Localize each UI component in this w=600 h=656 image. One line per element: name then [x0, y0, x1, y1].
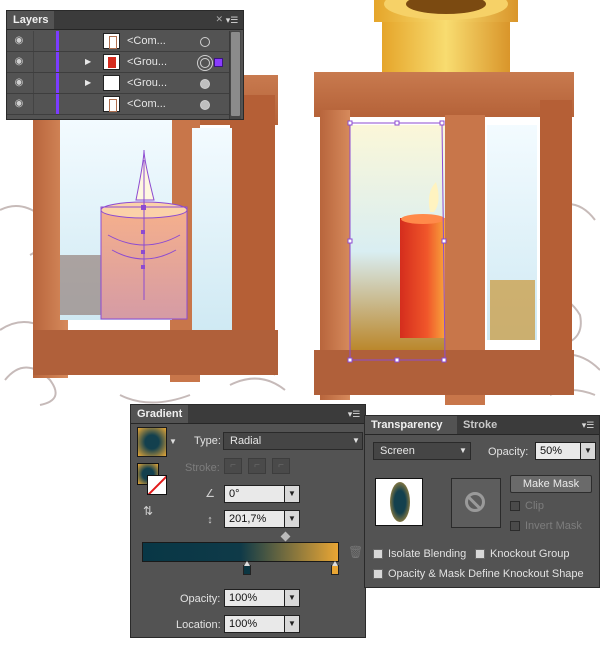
stroke-within-button[interactable]: ⌐	[224, 458, 242, 474]
candle-thumb-icon	[103, 33, 120, 49]
type-label: Type:	[194, 435, 221, 447]
stroke-swatch[interactable]	[147, 475, 167, 495]
panel-menu-icon[interactable]: ▾☰	[347, 408, 361, 420]
layer-color-bar	[56, 52, 59, 72]
opacity-mask-knockout-checkbox[interactable]	[373, 569, 383, 579]
isolate-blending-checkbox[interactable]	[373, 549, 383, 559]
layers-scrollbar[interactable]	[229, 31, 241, 119]
candle-thumb-icon	[103, 96, 120, 112]
angle-field[interactable]: 0°	[224, 485, 285, 503]
left-lantern	[33, 75, 278, 382]
scroll-thumb[interactable]	[231, 32, 240, 116]
selection-indicator[interactable]	[214, 58, 223, 67]
gradient-swatch[interactable]	[137, 427, 167, 457]
knockout-group-label: Knockout Group	[490, 548, 570, 560]
layer-name[interactable]: <Grou...	[127, 76, 167, 90]
chevron-down-icon: ▼	[459, 446, 467, 455]
layer-name[interactable]: <Com...	[127, 34, 166, 48]
opacity-dropdown[interactable]: ▼	[285, 589, 300, 607]
eye-icon[interactable]: ◉	[11, 36, 27, 46]
layers-panel: Layers ✕ ▾☰ ◉ <Com... ◉ ▶ <Grou... ◉ ▶ <…	[6, 10, 244, 120]
transparency-panel: Transparency Stroke ▾☰ Screen ▼ Opacity:…	[364, 415, 600, 588]
close-icon[interactable]: ✕	[215, 14, 223, 24]
blank-thumb-icon	[103, 75, 120, 91]
tab-gradient[interactable]: Gradient	[131, 405, 189, 423]
no-mask-icon[interactable]	[451, 478, 501, 528]
expand-arrow-icon[interactable]: ▶	[85, 57, 91, 67]
chevron-down-icon: ▼	[352, 436, 360, 445]
invert-mask-checkbox[interactable]	[510, 521, 520, 531]
location-label: Location:	[176, 619, 221, 631]
type-select[interactable]: Radial	[223, 432, 363, 450]
delete-stop-icon[interactable]: 🗑	[348, 545, 363, 559]
panel-menu-icon[interactable]: ▾☰	[581, 419, 595, 431]
stroke-along-button[interactable]: ⌐	[248, 458, 266, 474]
opacity-dropdown[interactable]: ▼	[581, 442, 596, 460]
aspect-ratio-field[interactable]: 201,7%	[224, 510, 285, 528]
tab-transparency[interactable]: Transparency	[365, 416, 457, 434]
tab-stroke[interactable]: Stroke	[457, 416, 503, 434]
make-mask-button[interactable]: Make Mask	[510, 475, 592, 493]
opacity-field[interactable]: 50%	[535, 442, 581, 460]
layers-panel-header: Layers ✕ ▾☰	[7, 11, 243, 30]
chevron-down-icon[interactable]: ▼	[169, 437, 177, 446]
layer-row[interactable]: ◉ <Com...	[7, 31, 229, 52]
gradient-panel: Gradient ▾☰ ▼ ⇅ Type: Radial ▼ Stroke: ⌐…	[130, 404, 366, 638]
stroke-label: Stroke:	[185, 462, 220, 474]
layer-color-bar	[56, 94, 59, 114]
location-field[interactable]: 100%	[224, 615, 285, 633]
eye-icon[interactable]: ◉	[11, 57, 27, 67]
red-candle-thumb-icon	[103, 54, 120, 70]
eye-icon[interactable]: ◉	[11, 99, 27, 109]
aspect-ratio-dropdown[interactable]: ▼	[285, 510, 300, 528]
right-lantern	[314, 0, 574, 405]
location-dropdown[interactable]: ▼	[285, 615, 300, 633]
reverse-gradient-icon[interactable]: ⇅	[143, 503, 159, 519]
aspect-ratio-icon: ↕	[207, 514, 213, 526]
opacity-label: Opacity:	[488, 446, 529, 458]
knockout-group-checkbox[interactable]	[475, 549, 485, 559]
transparency-panel-header: Transparency Stroke ▾☰	[365, 416, 599, 435]
target-icon[interactable]	[200, 37, 210, 47]
target-icon[interactable]	[200, 79, 210, 89]
eye-icon[interactable]: ◉	[11, 78, 27, 88]
layer-color-bar	[56, 73, 59, 93]
opacity-label: Opacity:	[180, 593, 221, 605]
layer-row[interactable]: ◉ ▶ <Grou...	[7, 52, 229, 73]
angle-icon: ∠	[205, 488, 215, 500]
clip-checkbox[interactable]	[510, 501, 520, 511]
target-icon[interactable]	[200, 58, 210, 68]
gradient-slider[interactable]	[142, 542, 339, 562]
invert-mask-label: Invert Mask	[525, 520, 582, 532]
panel-menu-icon[interactable]: ▾☰	[225, 14, 239, 26]
opacity-mask-knockout-label: Opacity & Mask Define Knockout Shape	[388, 568, 584, 580]
expand-arrow-icon[interactable]: ▶	[85, 78, 91, 88]
angle-dropdown[interactable]: ▼	[285, 485, 300, 503]
object-thumbnail[interactable]	[375, 478, 423, 526]
stroke-across-button[interactable]: ⌐	[272, 458, 290, 474]
layer-row[interactable]: ◉ ▶ <Grou...	[7, 73, 229, 94]
gradient-midpoint[interactable]	[280, 531, 291, 542]
isolate-blending-label: Isolate Blending	[388, 548, 467, 560]
gradient-panel-header: Gradient ▾☰	[131, 405, 365, 424]
blend-mode-select[interactable]: Screen	[373, 442, 471, 460]
layer-color-bar	[56, 31, 59, 51]
target-icon[interactable]	[200, 100, 210, 110]
clip-label: Clip	[525, 500, 544, 512]
layer-name[interactable]: <Com...	[127, 97, 166, 111]
gradient-stop-start[interactable]	[243, 561, 251, 575]
gradient-stop-end[interactable]	[331, 561, 339, 575]
layer-name[interactable]: <Grou...	[127, 55, 167, 69]
layer-row[interactable]: ◉ <Com...	[7, 94, 229, 115]
tab-layers[interactable]: Layers	[7, 11, 55, 29]
opacity-field[interactable]: 100%	[224, 589, 285, 607]
